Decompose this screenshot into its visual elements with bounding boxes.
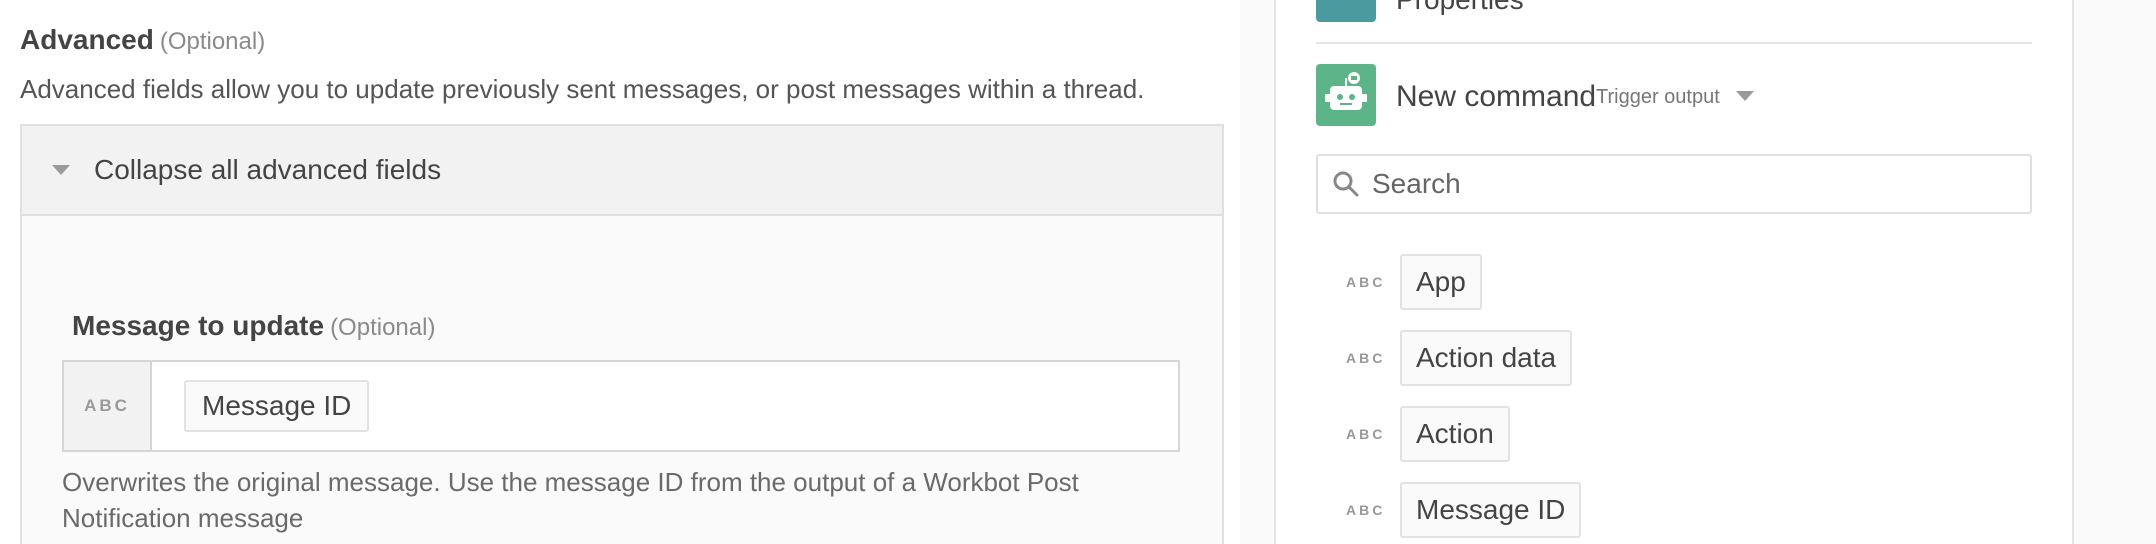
output-item-message-id: ABC Message ID <box>1346 472 1582 544</box>
search-icon <box>1333 171 1359 197</box>
message-to-update-label: Message to update (Optional) <box>72 310 435 342</box>
advanced-optional-tag: (Optional) <box>159 28 266 55</box>
field-hint: Overwrites the original message. Use the… <box>62 467 1079 533</box>
action-datapill[interactable]: Action <box>1400 406 1510 462</box>
action-data-datapill[interactable]: Action data <box>1400 330 1573 386</box>
message-id-output-datapill[interactable]: Message ID <box>1400 482 1582 538</box>
section-divider <box>1316 42 2032 44</box>
properties-app-icon <box>1316 0 1376 22</box>
datatree-search[interactable] <box>1316 154 2032 214</box>
advanced-heading: Advanced (Optional) <box>20 24 265 56</box>
type-badge: ABC <box>1346 274 1386 290</box>
type-badge: ABC <box>1346 502 1386 518</box>
app-datapill[interactable]: App <box>1400 254 1482 310</box>
collapse-advanced-label: Collapse all advanced fields <box>94 154 442 185</box>
advanced-fields-box: Collapse all advanced fields Message to … <box>20 124 1224 544</box>
collapse-advanced-toggle[interactable]: Collapse all advanced fields <box>22 126 1222 216</box>
chevron-down-icon[interactable] <box>1736 91 1754 101</box>
field-type-badge: ABC <box>64 362 152 450</box>
new-command-title[interactable]: New command <box>1396 80 1596 114</box>
output-field-list: ABC App ABC Action data ABC Action ABC M… <box>1346 244 1582 544</box>
data-tree-panel: Properties New command Trigger output AB… <box>1274 0 2074 544</box>
field-value-area[interactable]: Message ID <box>152 362 1178 450</box>
output-item-action-data: ABC Action data <box>1346 320 1581 396</box>
output-item-app: ABC App <box>1346 244 1581 320</box>
field-optional-tag: (Optional) <box>330 314 436 341</box>
caret-down-icon <box>52 165 70 175</box>
type-badge: ABC <box>1346 426 1386 442</box>
advanced-fields-panel: Advanced (Optional) Advanced fields allow… <box>0 0 1240 544</box>
trigger-output-label: Trigger output <box>1596 86 1720 108</box>
advanced-description: Advanced fields allow you to update prev… <box>20 74 1145 104</box>
advanced-title: Advanced <box>20 24 154 55</box>
workbot-robot-icon <box>1316 64 1376 126</box>
search-input[interactable] <box>1372 168 1972 200</box>
message-id-datapill[interactable]: Message ID <box>184 380 370 432</box>
type-badge: ABC <box>1346 350 1386 366</box>
field-label-text: Message to update <box>72 310 325 341</box>
properties-section-title[interactable]: Properties <box>1396 0 1524 16</box>
output-item-action: ABC Action <box>1346 396 1581 472</box>
message-to-update-input[interactable]: ABC Message ID <box>62 360 1180 452</box>
